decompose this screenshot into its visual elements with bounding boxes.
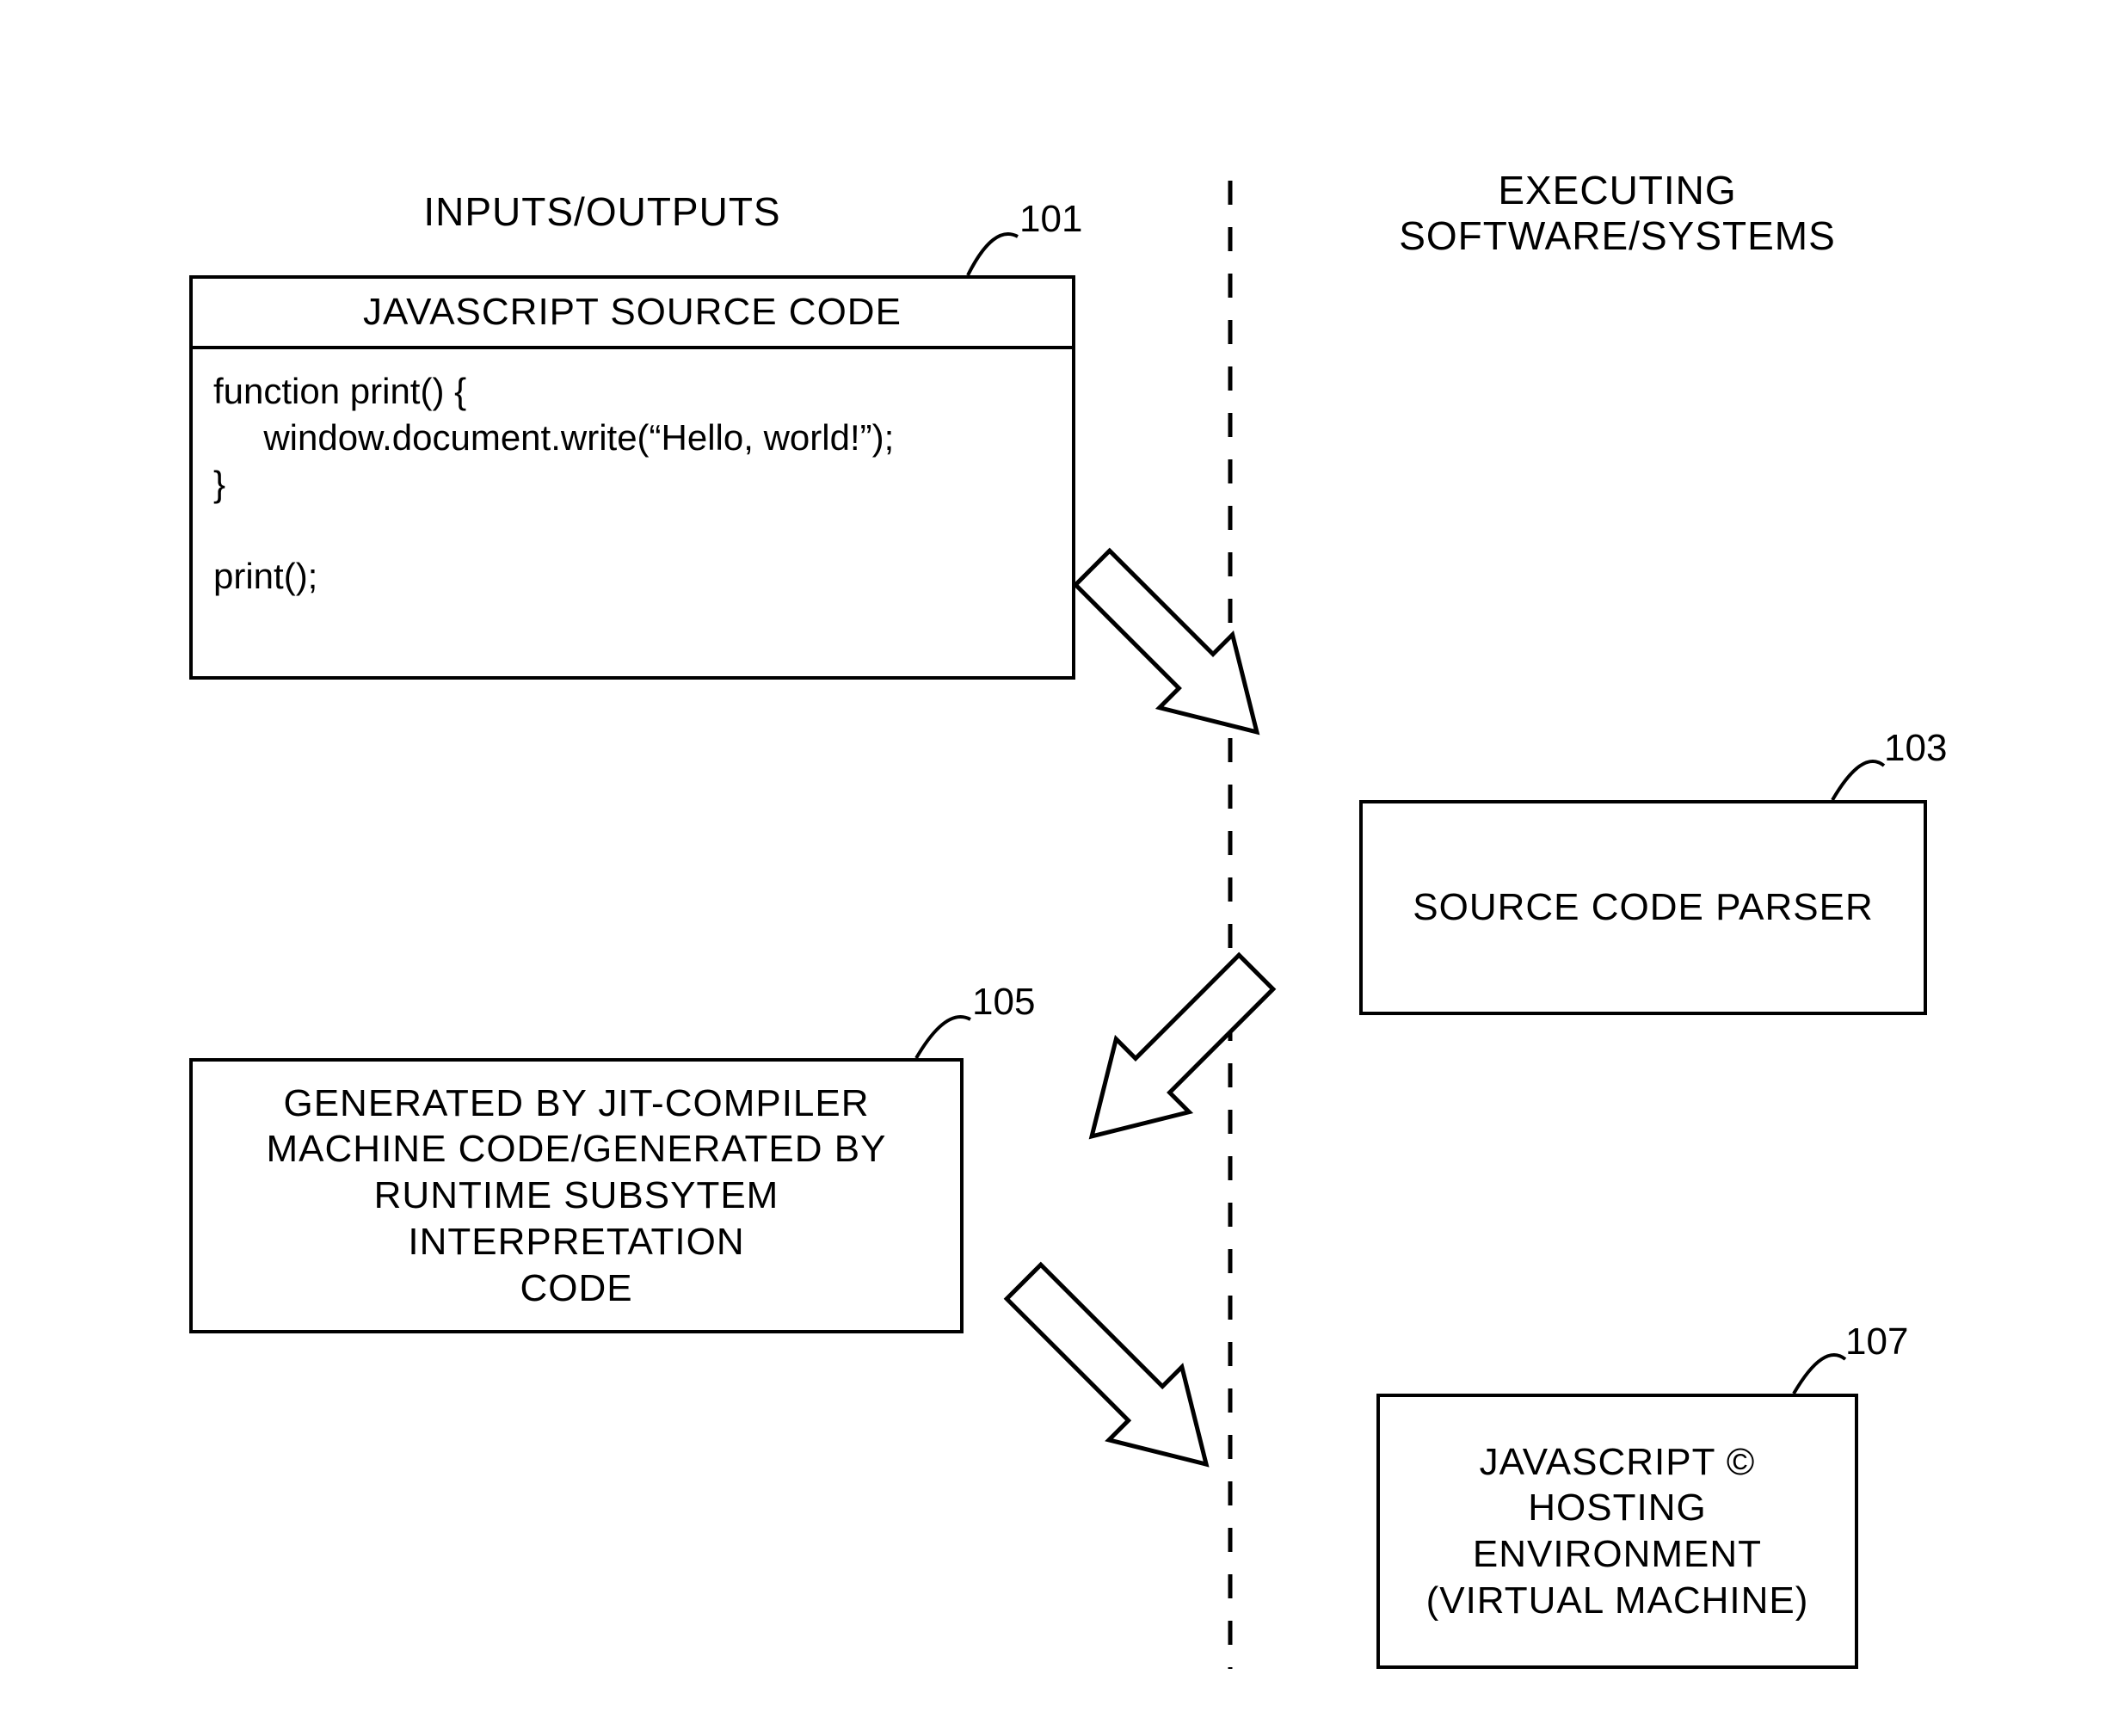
leader-107 <box>1794 1355 1845 1394</box>
box-source-code-title: JAVASCRIPT SOURCE CODE <box>193 279 1072 349</box>
heading-right: EXECUTING SOFTWARE/SYSTEMS <box>1342 168 1893 259</box>
ref-101: 101 <box>1019 198 1082 241</box>
leader-105 <box>916 1017 970 1058</box>
arrow-101-to-103 <box>1056 532 1294 769</box>
diagram-canvas: INPUTS/OUTPUTS EXECUTING SOFTWARE/SYSTEM… <box>0 0 2112 1736</box>
arrow-105-to-107 <box>988 1246 1243 1501</box>
ref-107: 107 <box>1845 1320 1908 1364</box>
box-parser: SOURCE CODE PARSER <box>1359 800 1927 1015</box>
arrow-103-to-105 <box>1056 936 1293 1173</box>
leader-103 <box>1832 761 1884 800</box>
box-generated-code-label: GENERATED BY JIT-COMPILER MACHINE CODE/G… <box>213 1080 939 1311</box>
ref-105: 105 <box>972 981 1035 1024</box>
box-source-code: JAVASCRIPT SOURCE CODE function print() … <box>189 275 1075 680</box>
box-source-code-body: function print() { window.document.write… <box>193 349 1072 619</box>
box-hosting-env: JAVASCRIPT © HOSTING ENVIRONMENT (VIRTUA… <box>1376 1394 1858 1669</box>
leader-101 <box>968 234 1018 275</box>
ref-103: 103 <box>1884 727 1947 770</box>
heading-left: INPUTS/OUTPUTS <box>361 189 843 235</box>
box-generated-code: GENERATED BY JIT-COMPILER MACHINE CODE/G… <box>189 1058 964 1333</box>
box-hosting-env-label: JAVASCRIPT © HOSTING ENVIRONMENT (VIRTUA… <box>1426 1439 1809 1624</box>
box-parser-label: SOURCE CODE PARSER <box>1413 884 1874 931</box>
